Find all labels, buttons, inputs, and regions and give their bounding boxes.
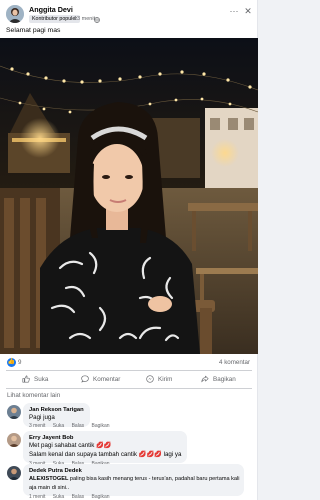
divider	[6, 388, 252, 389]
comment-like-link[interactable]: Suka	[53, 423, 64, 429]
commenter-name[interactable]: Jan Rekson Tarigan	[29, 406, 84, 414]
comment-bold-text: ALEXISTOGEL	[29, 476, 69, 482]
commenter-avatar[interactable]	[7, 405, 21, 419]
kiss-emoji: 💋💋💋	[138, 450, 162, 458]
post-photo[interactable]	[0, 38, 258, 354]
commenter-name[interactable]: Erry Jayent Bob	[29, 434, 181, 442]
like-label: Suka	[34, 375, 49, 383]
comment-text-line: ALEXISTOGEL paling bisa kasih menang ter…	[29, 475, 240, 484]
reaction-count[interactable]: 9	[18, 359, 21, 366]
comment-item: Jan Rekson Tarigan Pagi juga 3 menit Suk…	[0, 403, 258, 433]
commenter-name[interactable]: Dedek Putra Dedek	[29, 467, 240, 475]
reactions-bar: 👍 9 4 komentar	[0, 357, 258, 369]
comment-text: Salam kenal dan supaya tambah cantik	[29, 450, 139, 458]
like-button[interactable]: Suka	[22, 373, 48, 385]
author-avatar[interactable]	[6, 5, 24, 23]
comment-text: Pagi juga	[29, 414, 55, 421]
commenter-avatar[interactable]	[7, 466, 21, 480]
comment-text-line: Salam kenal dan supaya tambah cantik 💋💋💋…	[29, 451, 181, 460]
comment-time[interactable]: 3 menit	[29, 423, 45, 429]
comment-share-link[interactable]: Bagikan	[92, 423, 110, 429]
comment-button[interactable]: Komentar	[81, 373, 120, 385]
kiss-emoji: 💋💋	[96, 442, 112, 449]
comment-item: Erry Jayent Bob Met pagi sahabat cantik …	[0, 431, 258, 467]
post-card: Anggita Devi Kontributor populer 13 meni…	[0, 0, 258, 500]
comment-bubble: Erry Jayent Bob Met pagi sahabat cantik …	[23, 431, 188, 463]
thumbs-up-icon	[22, 375, 30, 383]
contributor-badge: Kontributor populer	[29, 15, 81, 23]
comment-text-line: Met pagi sahabat cantik 💋💋	[29, 442, 181, 451]
comment-like-link[interactable]: Suka	[53, 494, 64, 500]
comment-text: aja main di sini..	[29, 484, 70, 491]
share-label: Bagikan	[213, 375, 236, 383]
more-options-icon[interactable]: ···	[227, 6, 241, 16]
comment-share-link[interactable]: Bagikan	[92, 494, 110, 500]
comment-text: paling bisa kasih menang terus - terus'a…	[68, 476, 240, 482]
send-label: Kirim	[158, 375, 173, 383]
comment-text: Met pagi sahabat cantik	[29, 442, 97, 449]
comment-count[interactable]: 4 komentar	[219, 359, 250, 366]
comment-time[interactable]: 1 menit	[29, 494, 45, 500]
globe-icon	[94, 16, 100, 23]
comment-text: lagi ya	[161, 450, 182, 458]
like-reaction-icon[interactable]: 👍	[7, 358, 16, 367]
comment-label: Komentar	[93, 375, 121, 383]
send-button[interactable]: Kirim	[146, 373, 172, 385]
separator-dot: ·	[91, 16, 93, 22]
share-arrow-icon	[201, 375, 209, 383]
messenger-icon	[146, 375, 154, 383]
comment-icon	[81, 375, 89, 383]
comment-reply-link[interactable]: Balas	[72, 494, 85, 500]
share-button[interactable]: Bagikan	[201, 373, 236, 385]
commenter-avatar[interactable]	[7, 433, 21, 447]
view-more-comments-link[interactable]: Lihat komentar lain	[7, 392, 60, 399]
action-bar: Suka Komentar Kirim Bagikan	[0, 371, 258, 387]
comment-item: Dedek Putra Dedek ALEXISTOGEL paling bis…	[0, 464, 258, 500]
close-icon[interactable]: ✕	[242, 5, 254, 17]
author-name[interactable]: Anggita Devi	[29, 5, 73, 14]
comment-reply-link[interactable]: Balas	[72, 423, 85, 429]
comment-meta: 3 menit Suka Balas Bagikan	[29, 423, 116, 429]
comment-bubble: Dedek Putra Dedek ALEXISTOGEL paling bis…	[23, 464, 244, 496]
comment-meta: 1 menit Suka Balas Bagikan	[29, 494, 116, 500]
post-caption: Selamat pagi mas	[6, 27, 61, 34]
